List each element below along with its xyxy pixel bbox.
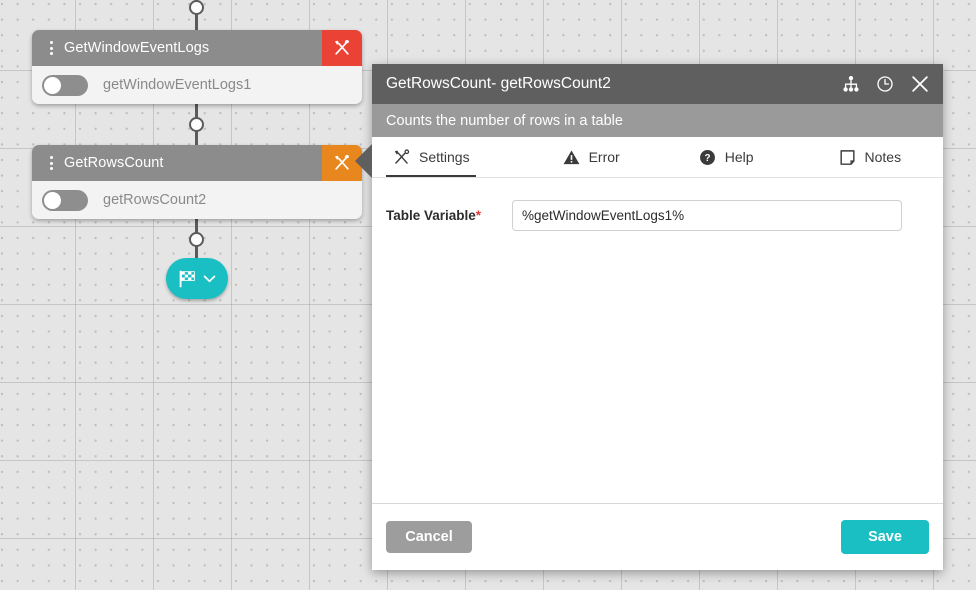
flow-node-get-rows-count[interactable]: GetRowsCount getRowsCount2 <box>32 145 362 219</box>
hierarchy-icon[interactable] <box>841 74 861 94</box>
node-body: getWindowEventLogs1 <box>32 66 362 104</box>
dialog-tabs: Settings Error ? Help Notes <box>372 137 943 177</box>
node-body: getRowsCount2 <box>32 181 362 219</box>
tools-icon <box>394 148 410 164</box>
node-title: GetWindowEventLogs <box>64 40 210 56</box>
node-header[interactable]: GetRowsCount <box>32 145 362 181</box>
flow-node-get-window-event-logs[interactable]: GetWindowEventLogs getWindowEventLogs1 <box>32 30 362 104</box>
app-root: GetWindowEventLogs getWindowEventLogs1 G… <box>0 0 976 590</box>
tab-help[interactable]: ? Help <box>692 137 760 177</box>
note-page-icon <box>839 149 855 165</box>
tab-label: Settings <box>419 149 470 165</box>
node-tools-button[interactable] <box>322 30 362 66</box>
save-button[interactable]: Save <box>841 520 929 554</box>
table-variable-input[interactable] <box>512 200 902 231</box>
action-properties-dialog: GetRowsCount- getRowsCount2 Counts the n… <box>355 64 943 570</box>
node-header[interactable]: GetWindowEventLogs <box>32 30 362 66</box>
field-row-table-variable: Table Variable* <box>372 200 943 231</box>
table-variable-label: Table Variable* <box>386 208 512 223</box>
flow-end-node[interactable] <box>166 258 228 299</box>
close-icon[interactable] <box>909 73 931 95</box>
dialog-description-bar: Counts the number of rows in a table <box>372 104 943 137</box>
tab-label: Error <box>588 149 620 165</box>
cancel-button[interactable]: Cancel <box>386 521 472 553</box>
tab-gap <box>760 137 832 177</box>
tools-icon <box>334 40 349 55</box>
node-instance-name: getWindowEventLogs1 <box>103 77 252 93</box>
kebab-menu-icon[interactable] <box>40 156 62 170</box>
dialog-titlebar[interactable]: GetRowsCount- getRowsCount2 <box>372 64 943 104</box>
connector-dot-2[interactable] <box>189 232 204 247</box>
connector-dot-1[interactable] <box>189 117 204 132</box>
tab-gap <box>626 137 692 177</box>
connector-dot-top[interactable] <box>189 0 204 15</box>
dialog-footer: Cancel Save <box>372 503 943 570</box>
tab-label: Help <box>724 149 754 165</box>
node-enable-toggle[interactable] <box>42 74 88 96</box>
table-variable-label-text: Table Variable <box>386 208 476 223</box>
dialog-title: GetRowsCount- getRowsCount2 <box>386 75 611 92</box>
node-title: GetRowsCount <box>64 155 164 171</box>
dialog-description: Counts the number of rows in a table <box>386 112 623 129</box>
warning-triangle-icon <box>563 150 580 164</box>
clock-icon[interactable] <box>875 74 895 94</box>
tab-gap <box>476 137 556 177</box>
node-enable-toggle[interactable] <box>42 189 88 211</box>
tab-label: Notes <box>864 149 902 165</box>
node-instance-name: getRowsCount2 <box>103 192 207 208</box>
chevron-down-icon[interactable] <box>201 270 218 287</box>
checkered-flag-icon <box>179 270 195 287</box>
tab-notes[interactable]: Notes <box>832 137 908 177</box>
dialog-pointer <box>355 144 372 178</box>
tab-error[interactable]: Error <box>556 137 626 177</box>
tools-icon <box>334 155 349 170</box>
kebab-menu-icon[interactable] <box>40 41 62 55</box>
required-marker: * <box>475 208 482 223</box>
question-circle-icon: ? <box>699 149 715 165</box>
svg-text:?: ? <box>704 153 710 164</box>
tab-settings[interactable]: Settings <box>386 137 476 177</box>
dialog-body: Table Variable* <box>372 177 943 503</box>
